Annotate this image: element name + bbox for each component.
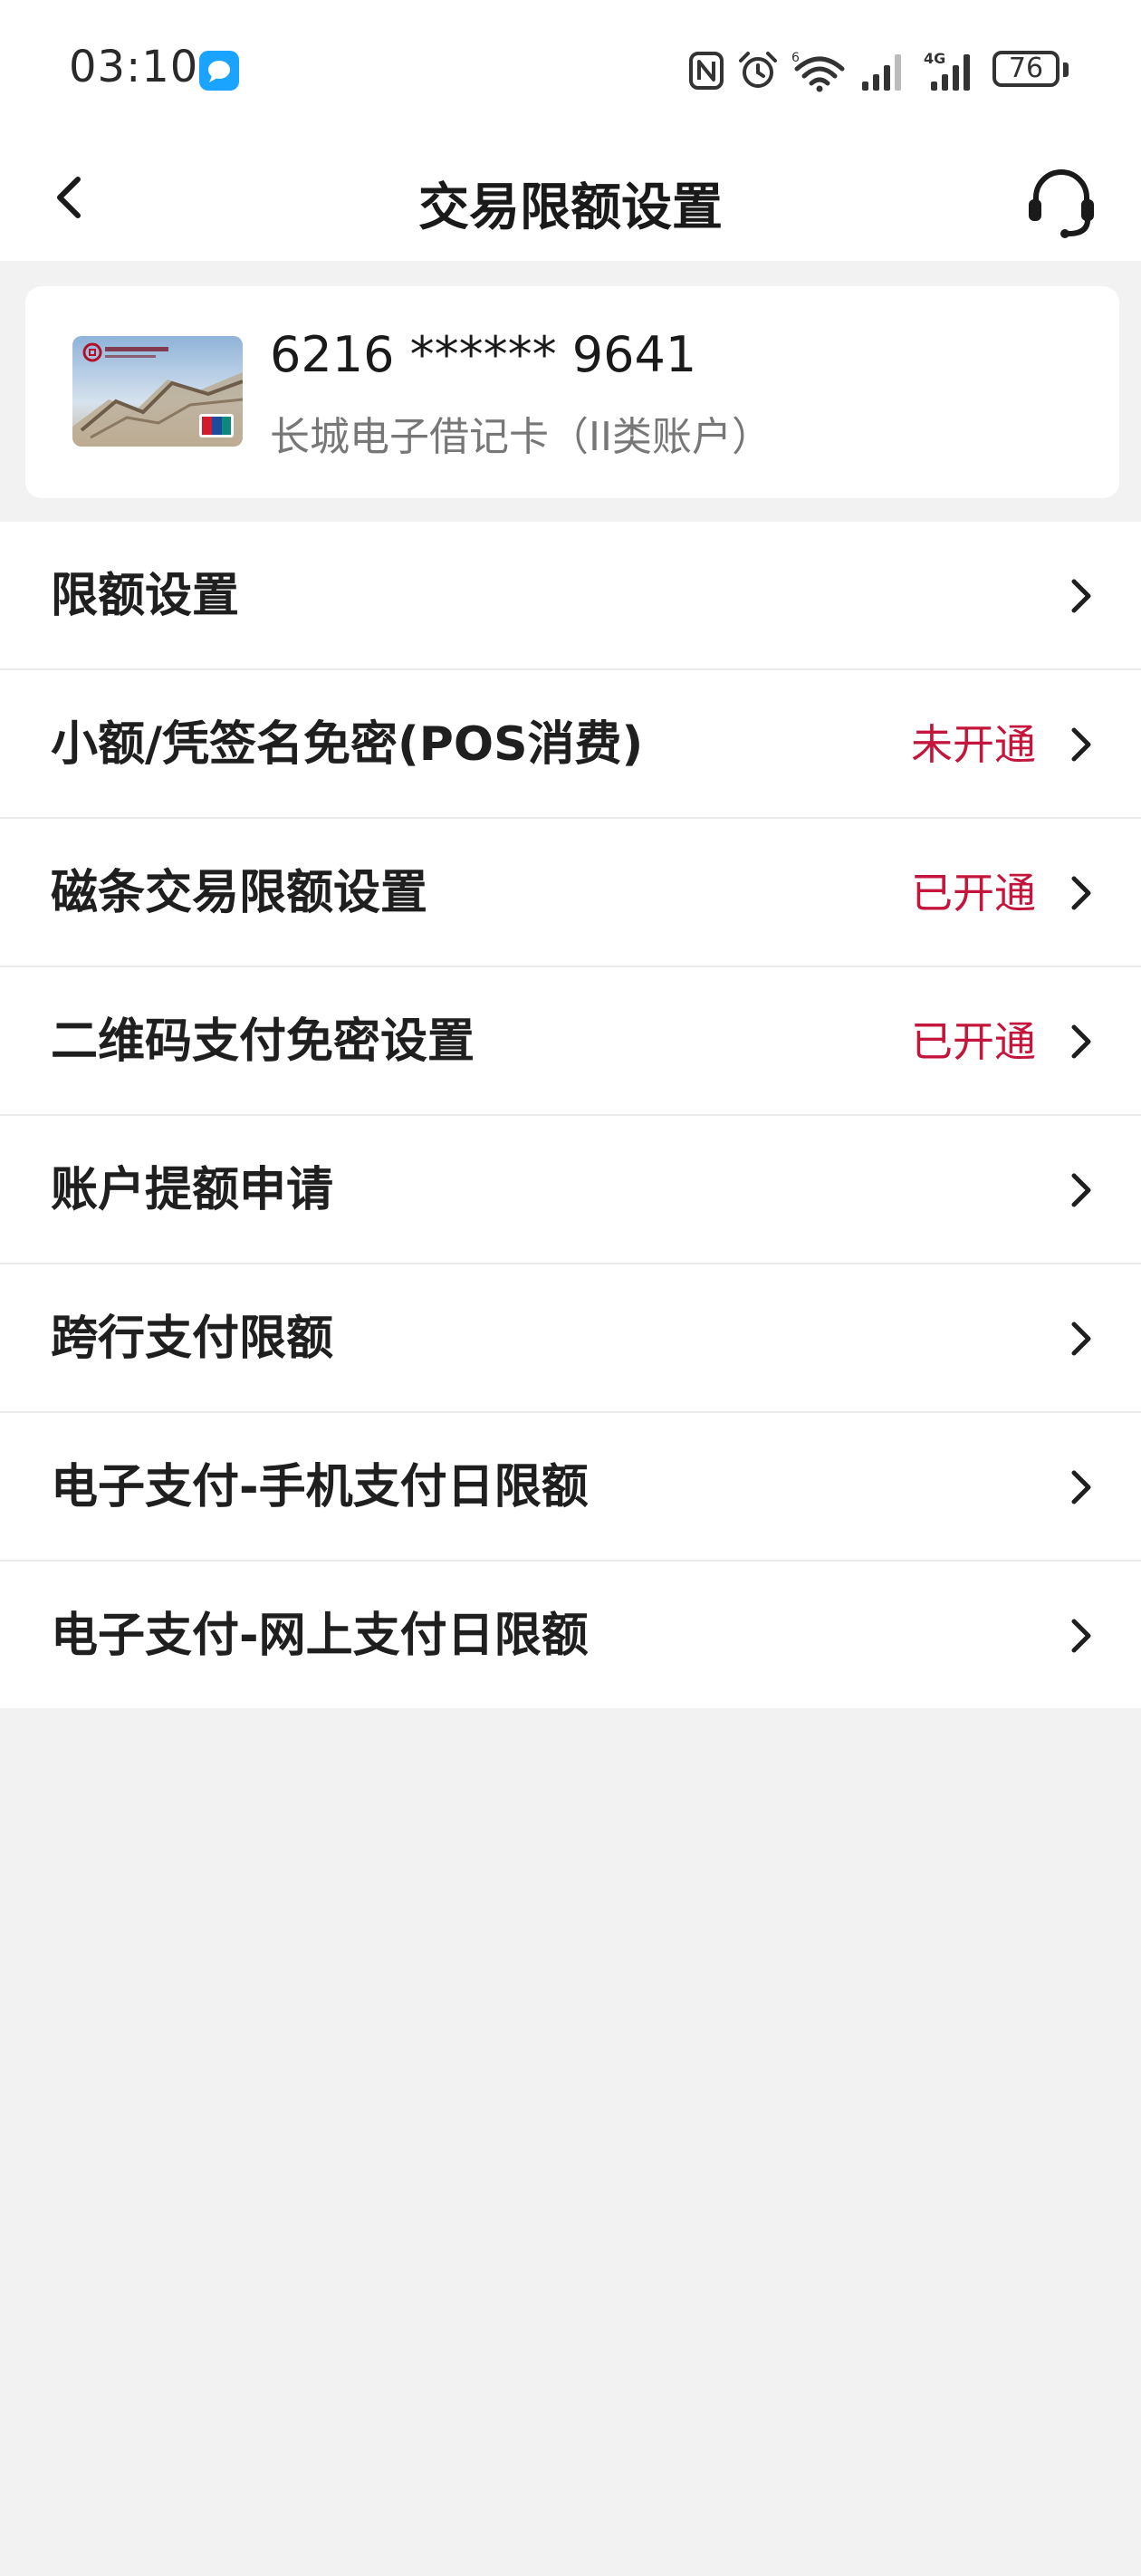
- menu-item-status: 已开通: [911, 869, 1036, 918]
- bank-card-image: [72, 336, 243, 447]
- menu-item-qrcode-free-password[interactable]: 二维码支付免密设置 已开通: [0, 967, 1141, 1116]
- menu-item-label: 跨行支付限额: [51, 1312, 334, 1366]
- headset-icon[interactable]: [1018, 156, 1105, 243]
- card-number: 6216 ****** 9641: [270, 326, 697, 383]
- menu-item-online-pay-daily-limit[interactable]: 电子支付-网上支付日限额: [0, 1562, 1141, 1708]
- nav-bar: 交易限额设置: [0, 136, 1141, 261]
- menu-item-label: 磁条交易限额设置: [51, 866, 428, 920]
- signal-icon: [862, 54, 901, 91]
- menu-item-label: 限额设置: [51, 569, 240, 623]
- chevron-right-icon: [1071, 1322, 1091, 1356]
- menu-item-mobile-pay-daily-limit[interactable]: 电子支付-手机支付日限额: [0, 1413, 1141, 1562]
- wifi-icon: 6: [791, 51, 845, 92]
- menu-item-label: 电子支付-手机支付日限额: [51, 1460, 589, 1514]
- chevron-right-icon: [1071, 876, 1091, 910]
- status-time: 03:10: [69, 42, 199, 92]
- card-panel[interactable]: 6216 ****** 9641 长城电子借记卡（II类账户）: [25, 286, 1119, 498]
- limit-menu: 限额设置 小额/凭签名免密(POS消费) 未开通 磁条交易限额设置 已开通 二维…: [0, 522, 1141, 1708]
- menu-item-status: 已开通: [911, 1017, 1036, 1066]
- svg-text:4G: 4G: [924, 50, 945, 67]
- chevron-right-icon: [1071, 1173, 1091, 1207]
- chat-icon: [199, 51, 239, 91]
- chevron-right-icon: [1071, 1024, 1091, 1059]
- battery-level: 76: [1008, 53, 1044, 84]
- menu-item-magstripe-limit[interactable]: 磁条交易限额设置 已开通: [0, 819, 1141, 967]
- menu-item-label: 账户提额申请: [51, 1163, 334, 1217]
- svg-text:6: 6: [791, 51, 800, 65]
- chevron-right-icon: [1071, 1619, 1091, 1653]
- alarm-icon: [739, 52, 777, 88]
- chevron-right-icon: [1071, 579, 1091, 613]
- chevron-right-icon: [1071, 1470, 1091, 1504]
- status-icons: 6 4G 76: [688, 47, 1069, 94]
- signal-4g-icon: 4G: [924, 50, 970, 91]
- menu-item-label: 二维码支付免密设置: [51, 1014, 475, 1069]
- menu-item-interbank-limit[interactable]: 跨行支付限额: [0, 1264, 1141, 1413]
- chevron-right-icon: [1071, 727, 1091, 762]
- status-bar: 03:10 6 4G 76: [0, 0, 1141, 136]
- menu-item-limit-settings[interactable]: 限额设置: [0, 522, 1141, 670]
- nfc-icon: [689, 52, 724, 90]
- menu-item-raise-limit[interactable]: 账户提额申请: [0, 1116, 1141, 1264]
- battery-icon: 76: [992, 51, 1069, 91]
- menu-item-label: 电子支付-网上支付日限额: [51, 1609, 589, 1663]
- menu-item-status: 未开通: [911, 720, 1036, 769]
- page-title: 交易限额设置: [418, 178, 723, 237]
- menu-item-small-amount-pos[interactable]: 小额/凭签名免密(POS消费) 未开通: [0, 670, 1141, 819]
- menu-item-label: 小额/凭签名免密(POS消费): [51, 717, 644, 772]
- card-name: 长城电子借记卡（II类账户）: [270, 414, 772, 460]
